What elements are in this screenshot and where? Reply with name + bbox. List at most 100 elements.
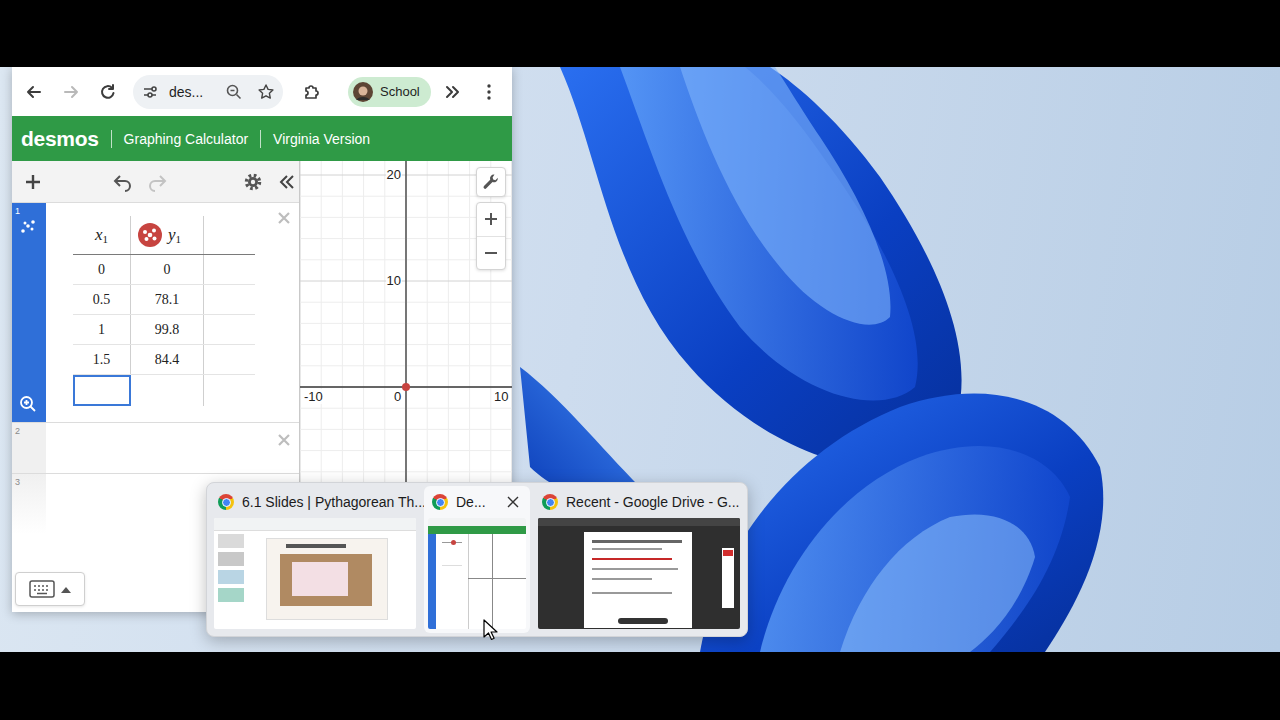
chrome-icon bbox=[218, 494, 234, 510]
profile-chip[interactable]: School bbox=[348, 77, 431, 107]
thumbnail-block bbox=[214, 518, 416, 531]
forward-icon[interactable] bbox=[61, 82, 81, 102]
table-scatter-icon[interactable] bbox=[19, 218, 37, 236]
x-tick-label: 0 bbox=[393, 389, 402, 404]
app-title: Graphing Calculator bbox=[124, 131, 249, 147]
thumbnail-block bbox=[428, 526, 526, 534]
thumbnail-block bbox=[618, 618, 668, 624]
expression-item[interactable]: 2 bbox=[12, 423, 299, 474]
header-divider bbox=[111, 130, 112, 148]
bookmark-star-icon[interactable] bbox=[257, 83, 275, 101]
column-header[interactable]: y1 bbox=[131, 216, 204, 254]
thumbnail-block bbox=[292, 562, 348, 596]
point-style-icon[interactable] bbox=[138, 223, 162, 247]
add-plus-icon[interactable] bbox=[23, 172, 43, 192]
expression-number: 3 bbox=[15, 477, 20, 487]
table-cell[interactable]: 1 bbox=[73, 315, 131, 344]
thumbnail-block bbox=[592, 540, 682, 543]
thumbnail-block bbox=[584, 532, 692, 628]
x-tick-label: 10 bbox=[493, 389, 509, 404]
table-cell[interactable]: 99.8 bbox=[131, 315, 204, 344]
data-table[interactable]: x1y1000.578.1199.81.584.4 bbox=[73, 216, 255, 406]
address-text[interactable]: des... bbox=[169, 84, 203, 100]
delete-x-icon[interactable] bbox=[276, 210, 292, 226]
graph-settings-button[interactable] bbox=[476, 167, 506, 197]
reload-icon[interactable] bbox=[98, 82, 118, 102]
taskbar-preview-item[interactable]: 6.1 Slides | Pythagorean Th... bbox=[210, 486, 420, 633]
more-tabs-chevron-icon[interactable] bbox=[442, 82, 462, 102]
zoom-in-button[interactable] bbox=[477, 203, 505, 237]
zoom-icon[interactable] bbox=[225, 83, 243, 101]
thumbnail-block bbox=[286, 544, 346, 548]
thumbnail-block bbox=[442, 542, 462, 566]
preview-title-bar: Recent - Google Drive - G... bbox=[538, 486, 740, 518]
preview-title: 6.1 Slides | Pythagorean Th... bbox=[242, 494, 426, 510]
wrench-icon bbox=[482, 173, 500, 191]
table-cell[interactable] bbox=[131, 375, 204, 406]
caret-up-icon bbox=[61, 585, 71, 593]
table-cell[interactable] bbox=[204, 315, 255, 344]
thumbnail-block bbox=[722, 548, 734, 608]
table-input-cell[interactable] bbox=[73, 375, 131, 406]
table-cell[interactable]: 0 bbox=[131, 255, 204, 284]
window-thumbnail[interactable] bbox=[214, 518, 416, 629]
thumbnail-block bbox=[468, 578, 526, 579]
window-thumbnail[interactable] bbox=[428, 518, 526, 629]
table-cell[interactable]: 84.4 bbox=[131, 345, 204, 374]
thumbnail-block bbox=[592, 592, 672, 594]
table-input-row bbox=[73, 375, 255, 406]
expression-strip[interactable]: 2 bbox=[12, 423, 46, 473]
column-header[interactable]: x1 bbox=[73, 216, 131, 254]
table-cell[interactable] bbox=[204, 285, 255, 314]
taskbar-preview-item[interactable]: De... bbox=[424, 486, 530, 633]
table-cell[interactable]: 0.5 bbox=[73, 285, 131, 314]
graph-point[interactable] bbox=[402, 383, 410, 391]
keyboard-toggle-button[interactable] bbox=[15, 572, 85, 606]
thumbnail-block bbox=[218, 570, 244, 584]
preview-title-bar: 6.1 Slides | Pythagorean Th... bbox=[214, 486, 416, 518]
close-x-icon[interactable] bbox=[506, 495, 520, 509]
back-icon[interactable] bbox=[24, 82, 44, 102]
thumbnail-block bbox=[428, 534, 436, 629]
settings-gear-icon[interactable] bbox=[243, 172, 263, 192]
table-row: 199.8 bbox=[73, 315, 255, 345]
table-cell[interactable]: 1.5 bbox=[73, 345, 131, 374]
table-cell[interactable]: 78.1 bbox=[131, 285, 204, 314]
desmos-logo[interactable]: desmos bbox=[21, 127, 99, 151]
table-cell[interactable]: 0 bbox=[73, 255, 131, 284]
x-tick-label: -10 bbox=[303, 389, 324, 404]
table-cell[interactable] bbox=[204, 255, 255, 284]
menu-dots-icon[interactable] bbox=[479, 82, 499, 102]
undo-icon[interactable] bbox=[111, 172, 133, 192]
column-header[interactable] bbox=[204, 216, 255, 254]
thumbnail-block bbox=[538, 518, 740, 526]
taskbar-preview-item[interactable]: Recent - Google Drive - G... bbox=[534, 486, 744, 633]
table-cell[interactable] bbox=[204, 345, 255, 374]
y-tick-label: 20 bbox=[386, 167, 402, 182]
expression-strip[interactable]: 1 bbox=[12, 203, 46, 422]
desmos-header: desmosGraphing CalculatorVirginia Versio… bbox=[12, 116, 512, 161]
mouse-cursor-icon bbox=[483, 619, 499, 641]
zoom-fit-icon[interactable] bbox=[18, 394, 38, 414]
thumbnail-block bbox=[592, 558, 672, 560]
preview-title: De... bbox=[456, 494, 486, 510]
chrome-icon bbox=[432, 494, 448, 510]
delete-x-icon[interactable] bbox=[276, 432, 292, 448]
redo-icon[interactable] bbox=[147, 172, 169, 192]
zoom-out-button[interactable] bbox=[477, 237, 505, 270]
address-bar[interactable]: des... bbox=[133, 75, 283, 109]
preview-title: Recent - Google Drive - G... bbox=[566, 494, 740, 510]
thumbnail-block bbox=[218, 534, 244, 548]
expression-content[interactable]: x1y1000.578.1199.81.584.4 bbox=[46, 203, 299, 422]
thumbnail-block bbox=[218, 588, 244, 602]
thumbnail-block bbox=[451, 540, 456, 545]
thumbnail-block bbox=[218, 552, 244, 566]
thumbnail-block bbox=[723, 550, 733, 556]
thumbnail-block bbox=[492, 534, 493, 629]
site-settings-icon[interactable] bbox=[141, 83, 159, 101]
extensions-puzzle-icon[interactable] bbox=[302, 82, 322, 102]
expression-item[interactable]: 1x1y1000.578.1199.81.584.4 bbox=[12, 203, 299, 423]
window-thumbnail[interactable] bbox=[538, 518, 740, 629]
collapse-chevrons-icon[interactable] bbox=[277, 172, 297, 192]
expression-content[interactable] bbox=[46, 423, 299, 473]
